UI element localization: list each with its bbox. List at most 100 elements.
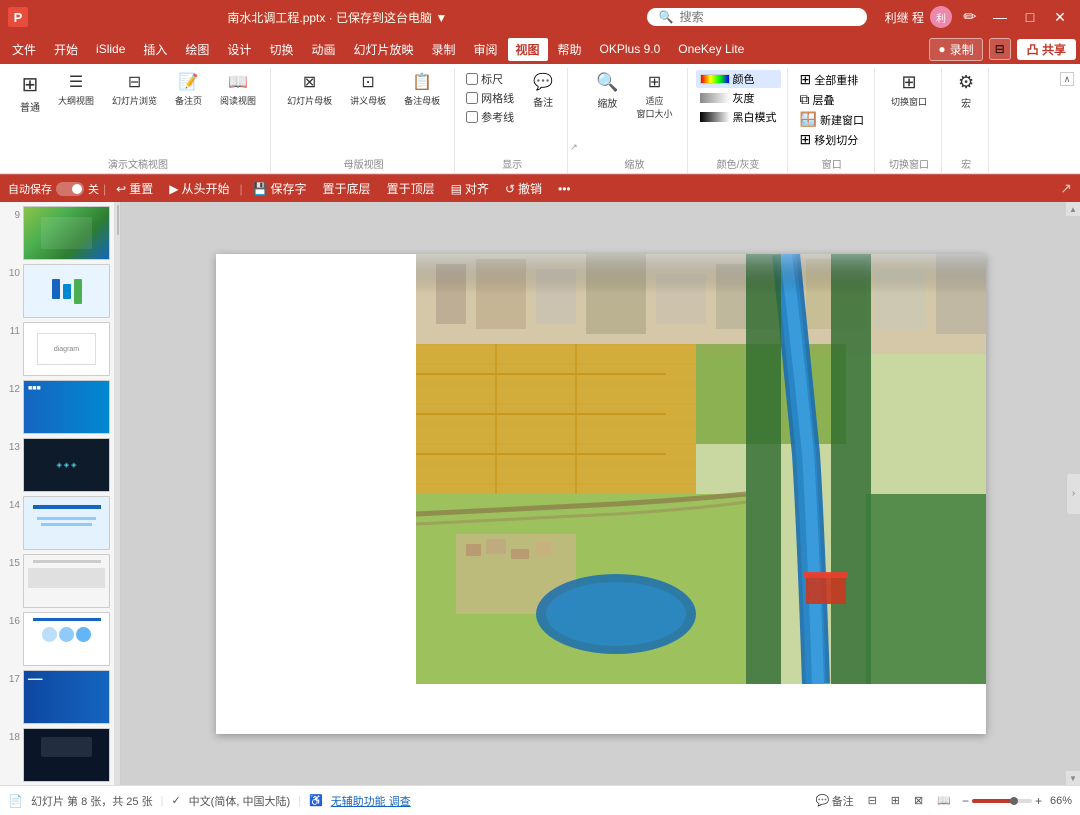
menu-item-islide[interactable]: iSlide	[88, 39, 133, 59]
ribbon-btn-normal[interactable]: ⊞ 普通	[12, 70, 48, 116]
slide-thumb-13[interactable]: 13 ◈ ◈ ◈	[4, 438, 110, 492]
ribbon-group-color: 颜色 灰度 黑白模式 颜色/灰变	[690, 68, 788, 173]
slide-thumb-18[interactable]: 18	[4, 728, 110, 782]
checkbox-col: 标尺 网格线 参考线	[463, 70, 517, 126]
menu-item-record[interactable]: 录制	[423, 38, 463, 61]
menu-item-insert[interactable]: 插入	[135, 38, 175, 61]
slide-thumb-16[interactable]: 16	[4, 612, 110, 666]
ribbon-btn-notes-master[interactable]: 📋 备注母板	[396, 70, 448, 109]
slide-thumb-12[interactable]: 12 ■■■	[4, 380, 110, 434]
slide-image-9[interactable]	[23, 206, 110, 260]
ribbon-btn-cascade[interactable]: ⧉层叠	[796, 90, 868, 109]
slide-thumb-11[interactable]: 11 diagram	[4, 322, 110, 376]
slide-image-18[interactable]	[23, 728, 110, 782]
view-btn-reader[interactable]: ⊠	[911, 793, 926, 808]
slide-photo[interactable]	[416, 254, 986, 684]
slide-image-14[interactable]	[23, 496, 110, 550]
top-layer-btn[interactable]: 置于顶层	[381, 179, 441, 198]
slide-thumb-14[interactable]: 14	[4, 496, 110, 550]
slide-thumb-15[interactable]: 15	[4, 554, 110, 608]
menu-item-slideshow[interactable]: 幻灯片放映	[345, 38, 421, 61]
menu-item-transition[interactable]: 切换	[261, 38, 301, 61]
ribbon-btn-handout-master[interactable]: ⊡ 讲义母板	[342, 70, 394, 109]
record-button[interactable]: ●录制	[929, 38, 982, 61]
version-chevron[interactable]: ▼	[435, 11, 447, 25]
slide-image-12[interactable]: ■■■	[23, 380, 110, 434]
menu-item-file[interactable]: 文件	[4, 38, 44, 61]
menu-item-review[interactable]: 审阅	[466, 38, 506, 61]
ribbon-btn-slide-master[interactable]: ⊠ 幻灯片母板	[279, 70, 340, 109]
ribbon-btn-reading[interactable]: 📖 阅读视图	[212, 70, 264, 109]
slide-image-13[interactable]: ◈ ◈ ◈	[23, 438, 110, 492]
ribbon-btn-zoom[interactable]: 🔍 缩放	[588, 70, 626, 112]
record-extra-button[interactable]: ⊟	[989, 38, 1011, 60]
slide-canvas[interactable]	[216, 254, 986, 734]
slide-thumb-9[interactable]: 9	[4, 206, 110, 260]
slide-image-17[interactable]: ━━━	[23, 670, 110, 724]
zoom-out-button[interactable]: −	[962, 794, 969, 808]
ribbon-btn-notes[interactable]: 📝 备注页	[167, 70, 210, 109]
checkbox-gridlines[interactable]: 网格线	[463, 89, 517, 107]
align-btn[interactable]: ▤对齐	[445, 179, 495, 198]
minimize-button[interactable]: —	[988, 5, 1012, 29]
slide-panel[interactable]: 9 10 11	[0, 202, 115, 785]
ribbon-btn-arrange-all[interactable]: ⊞全部重排	[796, 70, 868, 89]
zoom-track[interactable]	[972, 799, 1032, 803]
ribbon-collapse-button[interactable]: ∧	[1060, 72, 1074, 86]
status-bar: 📄 幻灯片 第 8 张，共 25 张 | ✓ 中文(简体, 中国大陆) | ♿ …	[0, 785, 1080, 815]
slide-image-16[interactable]	[23, 612, 110, 666]
edit-icon[interactable]: ✏	[958, 5, 982, 29]
view-btn-sorter[interactable]: ⊞	[888, 793, 903, 808]
ribbon-btn-new-window[interactable]: 🪟新建窗口	[796, 110, 868, 129]
autosave-toggle[interactable]	[56, 182, 84, 196]
zoom-percentage[interactable]: 66%	[1050, 795, 1072, 807]
bottom-layer-btn[interactable]: 置于底层	[317, 179, 377, 198]
zoom-handle[interactable]	[1010, 797, 1018, 805]
slide-image-15[interactable]	[23, 554, 110, 608]
menu-item-help[interactable]: 帮助	[550, 38, 590, 61]
menu-item-design[interactable]: 设计	[219, 38, 259, 61]
slide-thumb-10[interactable]: 10	[4, 264, 110, 318]
slide-image-10[interactable]	[23, 264, 110, 318]
ribbon-btn-notes-show[interactable]: 💬 备注	[525, 70, 561, 111]
accessibility-text[interactable]: 无辅助功能 调查	[331, 793, 411, 809]
notes-toggle-button[interactable]: 💬 备注	[813, 792, 857, 810]
ribbon-btn-fit-window[interactable]: ⊞ 适应窗口大小	[629, 70, 681, 122]
menu-item-draw[interactable]: 绘图	[177, 38, 217, 61]
ribbon-btn-macro[interactable]: ⚙ 宏	[950, 70, 982, 112]
slide-image-11[interactable]: diagram	[23, 322, 110, 376]
search-input[interactable]	[680, 10, 820, 24]
search-bar[interactable]: 🔍	[647, 8, 867, 26]
save-btn[interactable]: 💾保存字	[247, 179, 313, 198]
checkbox-guides[interactable]: 参考线	[463, 108, 517, 126]
view-btn-normal[interactable]: ⊟	[865, 793, 880, 808]
menu-item-start[interactable]: 开始	[46, 38, 86, 61]
menu-item-view[interactable]: 视图	[508, 38, 548, 61]
undo-button[interactable]: ↩重置	[110, 179, 159, 198]
more-qa-btn[interactable]: •••	[552, 181, 577, 197]
menu-item-okplus[interactable]: OKPlus 9.0	[592, 39, 669, 59]
ribbon-btn-grayscale[interactable]: 灰度	[696, 89, 781, 107]
maximize-button[interactable]: □	[1018, 5, 1042, 29]
ribbon-btn-outline[interactable]: ☰ 大纲视图	[50, 70, 102, 109]
checkbox-ruler[interactable]: 标尺	[463, 70, 517, 88]
ribbon-btn-switch-window[interactable]: ⊞ 切换窗口	[883, 70, 935, 110]
ribbon-btn-color[interactable]: 颜色	[696, 70, 781, 88]
share-button[interactable]: 凸 共享	[1017, 39, 1076, 60]
view-btn-present[interactable]: 📖	[934, 793, 954, 808]
ribbon-btn-split[interactable]: ⊞移划切分	[796, 130, 868, 149]
close-button[interactable]: ✕	[1048, 5, 1072, 29]
ribbon-btn-slide-sorter[interactable]: ⊟ 幻灯片浏览	[104, 70, 165, 109]
user-avatar[interactable]: 利	[930, 6, 952, 28]
slide-thumb-17[interactable]: 17 ━━━	[4, 670, 110, 724]
rotate-btn[interactable]: ↺撤销	[499, 179, 548, 198]
menu-item-onekey[interactable]: OneKey Lite	[670, 39, 752, 59]
top-scroll-arrow[interactable]: ▲	[1066, 202, 1080, 216]
zoom-in-button[interactable]: +	[1035, 794, 1042, 808]
from-start-button[interactable]: ▶从头开始	[163, 179, 235, 198]
ribbon-btn-blackwhite[interactable]: 黑白模式	[696, 108, 781, 126]
menu-item-animation[interactable]: 动画	[303, 38, 343, 61]
show-group-expander[interactable]: ↗	[570, 68, 580, 173]
right-panel-toggle[interactable]: ›	[1066, 474, 1080, 514]
bottom-scroll-arrow[interactable]: ▼	[1066, 771, 1080, 785]
